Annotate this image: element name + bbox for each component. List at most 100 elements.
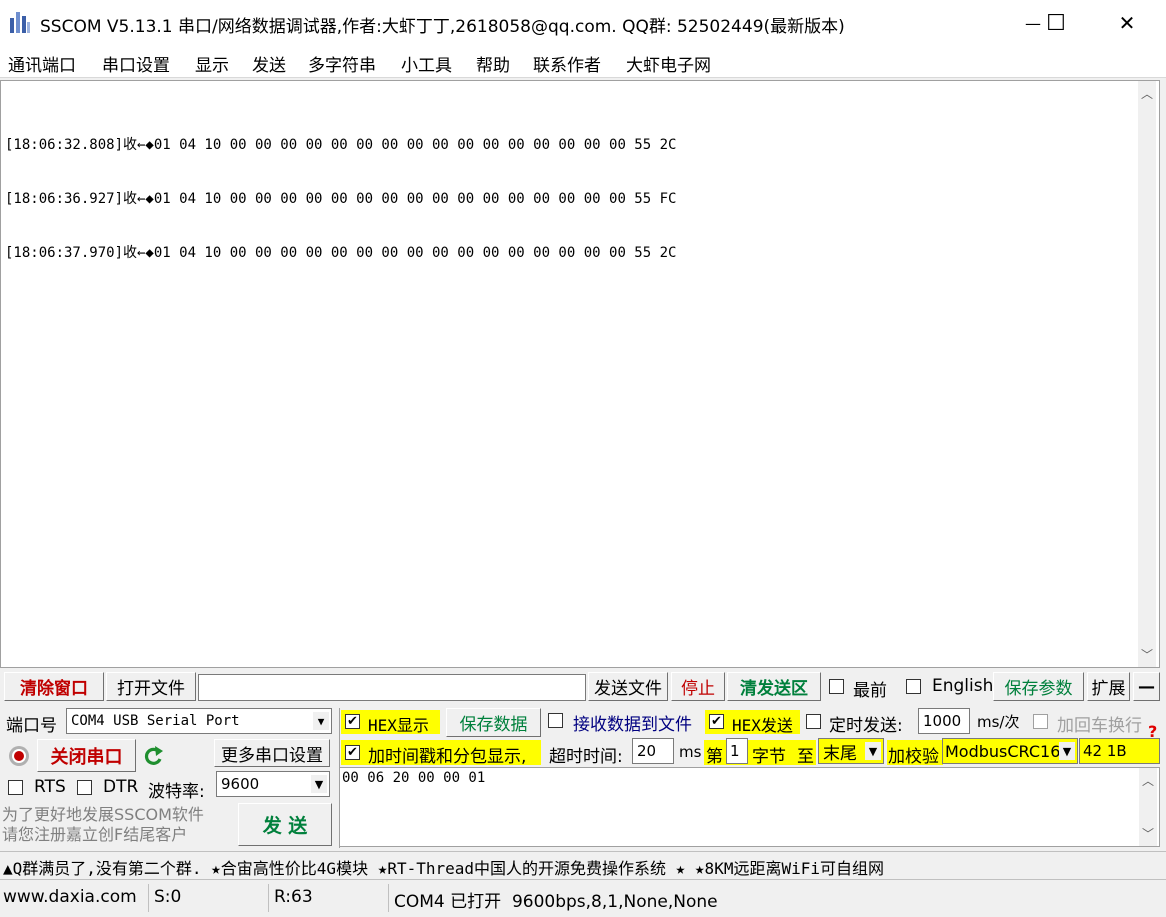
refresh-icon[interactable] [142,744,164,768]
menu-tools[interactable]: 小工具 [401,51,452,76]
maximize-icon: ☐ [1046,10,1066,36]
divider [388,884,389,912]
check-icon: ✔ [711,714,722,729]
topmost-checkbox[interactable] [829,679,844,694]
timestamp-label: 加时间戳和分包显示, [368,747,527,767]
rts-checkbox[interactable] [8,780,23,795]
chevron-down-icon: ▼ [311,775,327,793]
promo-line: 为了更好地发展SSCOM软件 [2,805,204,824]
checksum-select[interactable]: ModbusCRC16 ▼ [942,738,1078,764]
check-icon: ✔ [347,714,358,729]
port-label: 端口号 [6,716,57,736]
add-crlf-label: 加回车换行 [1057,716,1142,736]
send-button[interactable]: 发 送 [238,803,332,846]
log-line: [18:06:36.927]收←◆01 04 10 00 00 00 00 00… [5,191,677,207]
open-file-button[interactable]: 打开文件 [106,672,196,701]
end-value: 末尾 [823,743,857,764]
log-line: [18:06:32.808]收←◆01 04 10 00 00 00 00 00… [5,137,677,153]
ticker-text: ▲Q群满员了,没有第二个群. ★合宙高性价比4G模块 ★RT-Thread中国人… [3,859,884,878]
window-title: SSCOM V5.13.1 串口/网络数据调试器,作者:大虾丁丁,2618058… [40,17,845,37]
byte-start-input[interactable]: 1 [726,738,748,764]
receive-scrollbar[interactable]: ︿ ﹀ [1138,81,1156,667]
dtr-label: DTR [103,777,139,797]
receive-area[interactable]: [18:06:32.808]收←◆01 04 10 00 00 00 00 00… [0,80,1160,668]
file-path-input[interactable] [198,674,586,701]
timestamp-checkbox[interactable]: ✔ [345,745,360,760]
menu-display[interactable]: 显示 [195,51,229,76]
divider [148,884,149,912]
timeout-unit: ms [679,743,702,761]
record-icon [9,746,29,766]
scroll-up-icon[interactable]: ︿ [1139,772,1157,789]
baud-label: 波特率: [148,782,205,802]
interval-input[interactable]: 1000 [918,708,970,734]
menu-comm-port[interactable]: 通讯端口 [8,51,76,76]
recv-to-file-label: 接收数据到文件 [573,715,692,735]
menu-serial-settings[interactable]: 串口设置 [102,51,170,76]
menu-send[interactable]: 发送 [252,51,286,76]
menu-help[interactable]: 帮助 [476,51,510,76]
close-icon: ✕ [1118,11,1136,35]
checksum-result: 42 1B [1079,738,1160,764]
maximize-button[interactable]: ☐ [1033,0,1079,46]
timeout-label: 超时时间: [549,747,623,767]
end-select[interactable]: 末尾 ▼ [818,738,884,764]
close-window-button[interactable]: ✕ [1104,0,1150,46]
timed-send-checkbox[interactable] [806,714,821,729]
more-port-settings-button[interactable]: 更多串口设置 [214,739,330,767]
scroll-down-icon[interactable]: ﹀ [1138,646,1156,663]
expand-button[interactable]: 扩展 [1087,672,1130,701]
hex-send-label: HEX发送 [732,716,793,735]
topmost-label: 最前 [853,681,887,701]
english-checkbox[interactable] [906,679,921,694]
promo-line: 请您注册嘉立创F结尾客户 [2,825,188,844]
log-line: [18:06:37.970]收←◆01 04 10 00 00 00 00 00… [5,245,677,261]
chevron-down-icon: ▼ [313,712,329,730]
hex-display-checkbox[interactable]: ✔ [345,714,360,729]
recv-to-file-checkbox[interactable] [548,713,563,728]
dtr-checkbox[interactable] [77,780,92,795]
app-icon [10,12,30,33]
status-received-count: R:63 [274,887,313,907]
check-icon: ✔ [347,745,358,760]
nth-label: 第 [706,747,723,767]
hex-send-checkbox[interactable]: ✔ [709,714,724,729]
send-area[interactable]: 00 06 20 00 00 01 ︿ ﹀ [339,767,1160,847]
send-text: 00 06 20 00 00 01 [342,770,486,786]
timed-send-label: 定时发送: [829,716,903,736]
scroll-down-icon[interactable]: ﹀ [1139,825,1157,842]
menu-contact-author[interactable]: 联系作者 [533,51,601,76]
to-label: 至 [797,747,814,767]
status-port-state: COM4 已打开 9600bps,8,1,None,None [394,892,718,912]
byte-label: 字节 [752,747,786,767]
send-file-button[interactable]: 发送文件 [588,672,668,701]
stop-button[interactable]: 停止 [671,672,725,701]
rts-label: RTS [34,777,66,797]
save-params-button[interactable]: 保存参数 [993,672,1084,701]
promo-text: 为了更好地发展SSCOM软件 请您注册嘉立创F结尾客户 [2,805,204,845]
collapse-button[interactable]: — [1133,672,1160,701]
menu-multi-string[interactable]: 多字符串 [308,51,376,76]
status-site[interactable]: www.daxia.com [3,887,137,907]
checksum-label: 加校验 [888,747,939,767]
clear-send-button[interactable]: 清发送区 [727,672,821,701]
baud-value: 9600 [221,775,260,793]
send-scrollbar[interactable]: ︿ ﹀ [1139,768,1157,846]
close-port-button[interactable]: 关闭串口 [37,739,136,772]
port-select[interactable]: COM4 USB Serial Port ▼ [66,708,332,734]
menu-daxia-site[interactable]: 大虾电子网 [626,51,711,76]
chevron-down-icon: ▼ [865,742,881,760]
status-bar: www.daxia.com S:0 R:63 COM4 已打开 9600bps,… [0,880,1166,917]
hex-display-label: HEX显示 [368,716,429,735]
menu-bar: 通讯端口 串口设置 显示 发送 多字符串 小工具 帮助 联系作者 大虾电子网 [0,46,1166,78]
scroll-up-icon[interactable]: ︿ [1138,85,1156,102]
checksum-value: ModbusCRC16 [945,741,1061,761]
add-crlf-checkbox[interactable] [1033,714,1048,729]
interval-unit: ms/次 [977,713,1020,731]
timeout-input[interactable]: 20 [632,738,674,764]
english-label: English [932,676,994,696]
save-data-button[interactable]: 保存数据 [446,708,541,737]
clear-window-button[interactable]: 清除窗口 [4,672,104,701]
ticker-bar: ▲Q群满员了,没有第二个群. ★合宙高性价比4G模块 ★RT-Thread中国人… [0,851,1166,878]
baud-select[interactable]: 9600 ▼ [216,771,330,797]
